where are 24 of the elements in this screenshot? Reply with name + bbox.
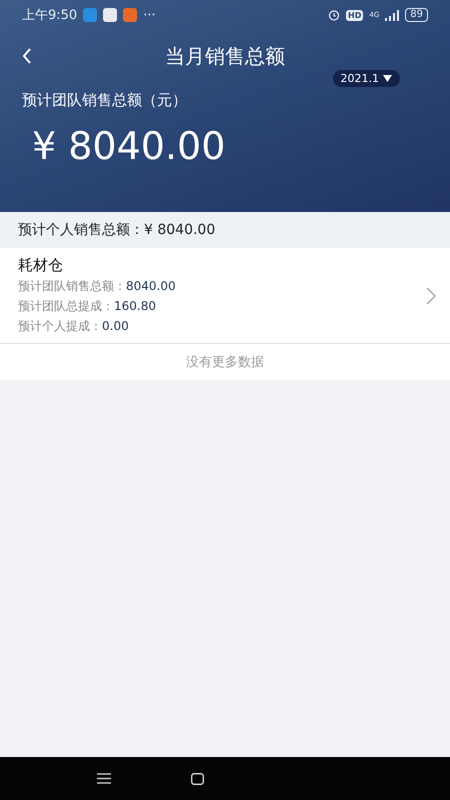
warehouse-card[interactable]: 耗材仓 预计团队销售总额：8040.00 预计团队总提成：160.80 预计个人提成：0.00 xyxy=(0,248,450,344)
chevron-right-icon xyxy=(426,286,436,304)
hd-badge: HD xyxy=(346,10,364,20)
menu-icon[interactable] xyxy=(96,773,110,784)
summary-line: 预计个人提成：0.00 xyxy=(18,318,130,335)
team-total-amount: ¥ 8040.00 xyxy=(31,123,226,168)
summary-line: 预计团队销售总额：8040.00 xyxy=(18,278,177,295)
battery-indicator: 89 xyxy=(405,8,428,22)
page-title: 当月销售总额 xyxy=(165,42,285,70)
signal-icon xyxy=(385,10,400,20)
app-icon xyxy=(103,8,118,22)
alarm-icon xyxy=(328,9,340,21)
period-selector[interactable]: 2021.1 xyxy=(332,70,400,87)
caret-icon xyxy=(383,75,392,82)
summary-line: 预计团队总提成：160.80 xyxy=(18,298,157,315)
no-more-data: 没有更多数据 xyxy=(0,344,450,380)
app-icon xyxy=(123,8,138,22)
warehouse-name: 耗材仓 xyxy=(18,256,64,275)
app-icon xyxy=(83,8,98,22)
team-total-label: 预计团队销售总额（元） xyxy=(21,90,188,110)
back-icon[interactable] xyxy=(22,48,32,64)
home-icon[interactable] xyxy=(190,772,204,784)
more-indicator: ··· xyxy=(143,8,156,22)
status-time: 上午9:50 xyxy=(22,7,78,24)
